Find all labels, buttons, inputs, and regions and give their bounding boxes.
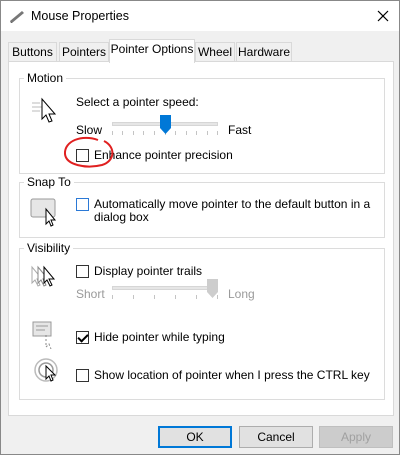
- slider-tick: [154, 295, 155, 299]
- snap-to-group: Snap To Automatically move pointer to th…: [19, 175, 385, 238]
- slider-tick: [196, 295, 197, 299]
- visibility-group: Visibility Display pointer trails Short …: [19, 241, 385, 400]
- show-location-checkbox[interactable]: [76, 369, 89, 382]
- slider-tick: [207, 131, 208, 135]
- trail-length-slider[interactable]: [112, 279, 218, 301]
- slider-thumb: [207, 279, 218, 298]
- close-icon: [377, 10, 389, 22]
- slider-tick: [122, 131, 123, 135]
- slider-tick: [143, 131, 144, 135]
- show-location-icon: [34, 357, 64, 390]
- auto-move-label-line1: Automatically move pointer to the defaul…: [94, 197, 371, 211]
- slider-tick: [112, 295, 113, 299]
- slider-thumb[interactable]: [160, 115, 171, 134]
- tab-strip: Buttons Pointers Pointer Options Wheel H…: [8, 39, 394, 63]
- visibility-group-label: Visibility: [24, 241, 74, 255]
- motion-group-label: Motion: [24, 71, 67, 85]
- window-title: Mouse Properties: [31, 9, 129, 23]
- pointer-options-panel: Motion Select a pointer speed: Slow Fast: [8, 61, 394, 416]
- pointer-speed-icon: [32, 97, 60, 126]
- slider-tick: [133, 295, 134, 299]
- title-bar: Mouse Properties: [1, 1, 399, 31]
- trail-long-label: Long: [228, 287, 255, 301]
- trail-short-label: Short: [76, 287, 105, 301]
- ok-button[interactable]: OK: [158, 426, 232, 448]
- auto-move-pointer-checkbox[interactable]: [76, 198, 89, 211]
- tab-wheel[interactable]: Wheel: [195, 42, 235, 62]
- tab-pointer-options[interactable]: Pointer Options: [109, 39, 195, 63]
- hide-pointer-checkbox[interactable]: [76, 331, 89, 344]
- slider-tick: [175, 295, 176, 299]
- fast-label: Fast: [228, 123, 252, 137]
- cancel-button[interactable]: Cancel: [239, 426, 313, 448]
- slider-tick: [217, 131, 218, 135]
- tab-buttons[interactable]: Buttons: [8, 42, 57, 62]
- red-annotation-circle: [63, 136, 114, 168]
- hide-pointer-label: Hide pointer while typing: [94, 330, 225, 344]
- tab-pointers[interactable]: Pointers: [59, 42, 109, 62]
- display-trails-label: Display pointer trails: [94, 264, 203, 278]
- slider-tick: [186, 131, 187, 135]
- pointer-speed-label: Select a pointer speed:: [76, 95, 199, 109]
- slider-track: [112, 286, 218, 290]
- slider-tick: [175, 131, 176, 135]
- close-button[interactable]: [367, 1, 399, 31]
- slider-tick: [196, 131, 197, 135]
- slider-tick: [133, 131, 134, 135]
- show-location-label: Show location of pointer when I press th…: [94, 368, 370, 382]
- apply-button: Apply: [319, 426, 393, 448]
- mouse-pointer-app-icon: [9, 8, 25, 24]
- tab-hardware[interactable]: Hardware: [236, 42, 292, 62]
- pointer-trails-icon: [30, 263, 62, 294]
- pointer-speed-slider[interactable]: [112, 115, 218, 137]
- display-trails-checkbox[interactable]: [76, 265, 89, 278]
- hide-pointer-icon: [32, 321, 62, 352]
- auto-move-label-line2: dialog box: [94, 210, 149, 224]
- slider-tick: [154, 131, 155, 135]
- snap-to-icon: [30, 197, 62, 230]
- mouse-properties-window: Mouse Properties Buttons Pointers Pointe…: [0, 0, 400, 455]
- snap-to-group-label: Snap To: [24, 175, 74, 189]
- motion-group: Motion Select a pointer speed: Slow Fast: [19, 71, 385, 174]
